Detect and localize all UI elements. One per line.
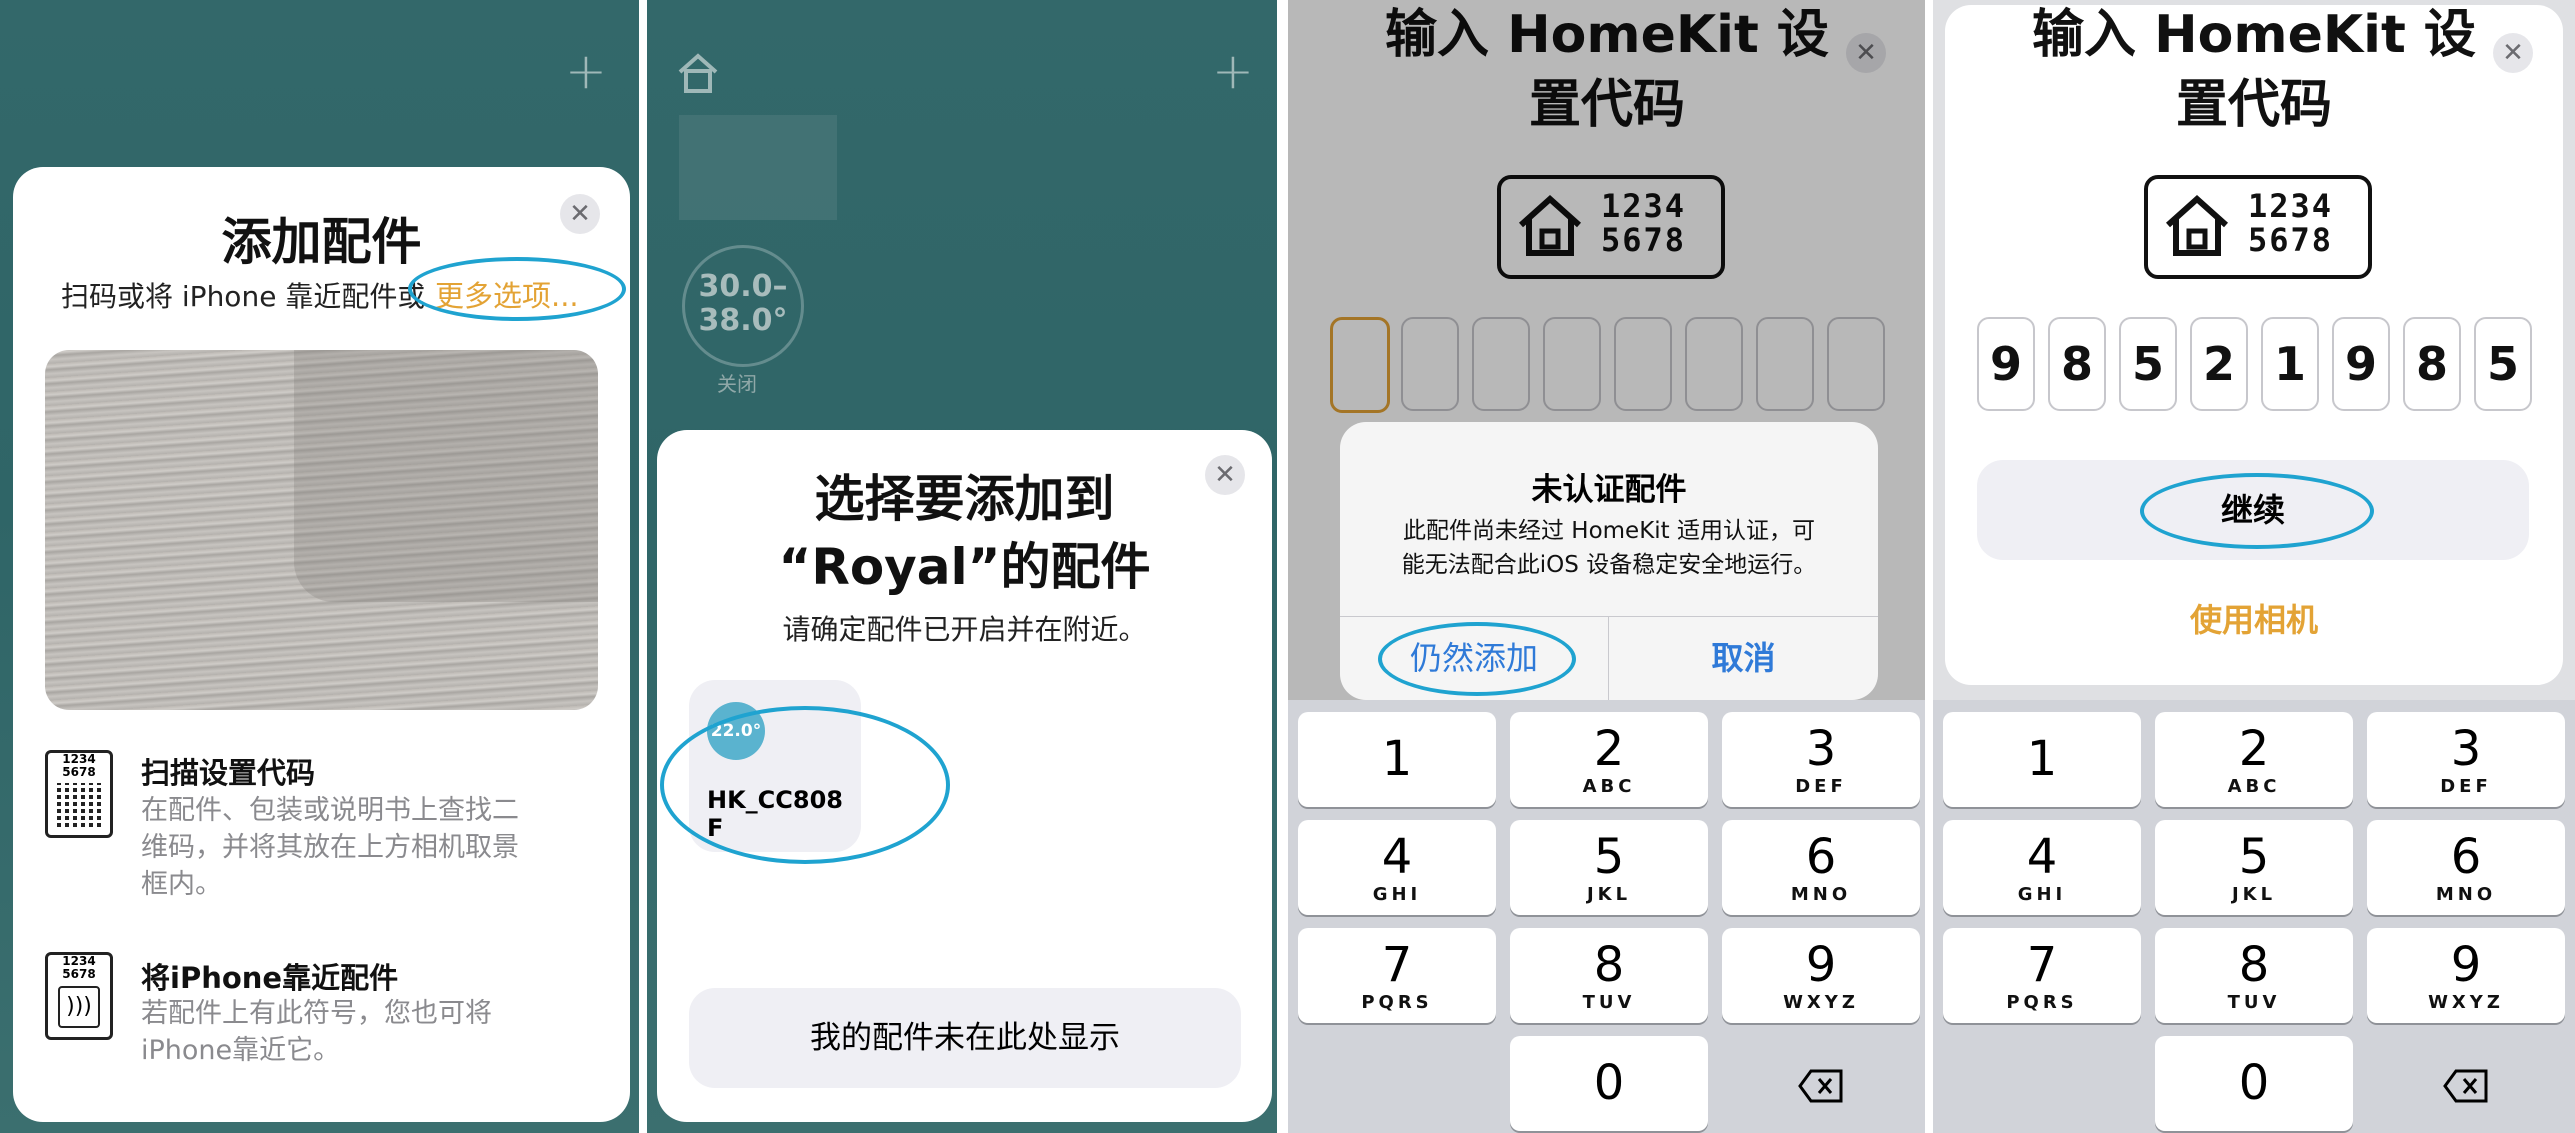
code-digit-box[interactable]: 9: [1977, 317, 2035, 411]
key-3[interactable]: 3 DEF: [1722, 712, 1920, 807]
code-digit-box[interactable]: 5: [2119, 317, 2177, 411]
add-plus-icon[interactable]: +: [565, 42, 607, 100]
code-digit-box[interactable]: 2: [2190, 317, 2248, 411]
homekit-house-icon: [2165, 194, 2229, 256]
accessory-not-shown-button[interactable]: 我的配件未在此处显示: [689, 988, 1241, 1088]
backspace-icon[interactable]: [1722, 1036, 1920, 1131]
scan-code-title: 扫描设置代码: [141, 756, 316, 790]
thermostat-tile[interactable]: 30.0– 38.0°: [682, 245, 804, 367]
camera-viewfinder: [45, 350, 598, 710]
key-4[interactable]: 4 GHI: [1298, 820, 1496, 915]
highlight-ring: [2140, 473, 2374, 549]
key-9[interactable]: 9 WXYZ: [1722, 928, 1920, 1023]
key-7[interactable]: 7 PQRS: [1298, 928, 1496, 1023]
keypad: 1 2 ABC 3 DEF 4 GHI 5 JKL 6 MNO 7 PQRS 8 TUV 9 WXYZ 0: [1288, 700, 1925, 1133]
add-accessory-sheet: ✕ 添加配件 扫码或将 iPhone 靠近配件或 更多选项... 1234 56…: [13, 167, 630, 1122]
panel-enter-code: ✕ 输入 HomeKit 设 置代码 1234 5678 98521985 继续 …: [1933, 0, 2575, 1133]
key-2[interactable]: 2 ABC: [1510, 712, 1708, 807]
key-9[interactable]: 9 WXYZ: [2367, 928, 2565, 1023]
nfc-title: 将iPhone靠近配件: [141, 961, 399, 995]
qr-digits-top: 1234: [62, 752, 96, 766]
highlight-ring: [1378, 622, 1576, 696]
key-6[interactable]: 6 MNO: [2367, 820, 2565, 915]
key-7[interactable]: 7 PQRS: [1943, 928, 2141, 1023]
use-camera-link[interactable]: 使用相机: [1945, 595, 2563, 641]
choose-accessory-sheet: ✕ 选择要添加到 “Royal”的配件 请确定配件已开启并在附近。 22.0° …: [657, 430, 1272, 1122]
add-plus-icon[interactable]: +: [1212, 42, 1254, 100]
unverified-alert: 未认证配件 此配件尚未经过 HomeKit 适用认证，可 能无法配合此iOS 设…: [1340, 422, 1878, 700]
key-2[interactable]: 2 ABC: [2155, 712, 2353, 807]
qr-code-icon: 1234 5678: [45, 750, 113, 838]
key-6[interactable]: 6 MNO: [1722, 820, 1920, 915]
highlight-ring: [408, 257, 626, 321]
key-8[interactable]: 8 TUV: [2155, 928, 2353, 1023]
backspace-icon[interactable]: [2367, 1036, 2565, 1131]
keypad: 1 2 ABC 3 DEF 4 GHI 5 JKL 6 MNO 7 PQRS 8 TUV 9 WXYZ 0: [1933, 700, 2575, 1133]
highlight-ring: [660, 706, 950, 864]
nfc-icon: 1234 5678 ))): [45, 952, 113, 1040]
home-icon[interactable]: [675, 50, 721, 96]
code-digit-box[interactable]: 8: [2048, 317, 2106, 411]
key-0[interactable]: 0: [1510, 1036, 1708, 1131]
sheet-title: 选择要添加到 “Royal”的配件: [778, 470, 1151, 596]
alert-title: 未认证配件: [1531, 472, 1687, 508]
code-digit-box[interactable]: 1: [2261, 317, 2319, 411]
tile-status: 关闭: [717, 372, 757, 396]
panel-enter-code-alert: ✕ 输入 HomeKit 设 置代码 1234 5678 1 2 ABC 3 DEF 4 GH…: [1288, 0, 1925, 1133]
code-sheet: ✕ 输入 HomeKit 设 置代码 1234 5678 98521985 继续 …: [1945, 5, 2563, 685]
key-5[interactable]: 5 JKL: [1510, 820, 1708, 915]
key-8[interactable]: 8 TUV: [1510, 928, 1708, 1023]
key-1[interactable]: 1: [1298, 712, 1496, 807]
key-4[interactable]: 4 GHI: [1943, 820, 2141, 915]
key-0[interactable]: 0: [2155, 1036, 2353, 1131]
sheet-title: 输入 HomeKit 设 置代码: [2032, 5, 2476, 135]
alert-message: 此配件尚未经过 HomeKit 适用认证，可 能无法配合此iOS 设备稳定安全地…: [1401, 518, 1817, 578]
qr-digits-bottom: 5678: [62, 765, 96, 779]
cancel-button[interactable]: 取消: [1609, 616, 1878, 700]
key-3[interactable]: 3 DEF: [2367, 712, 2565, 807]
panel-add-accessory: + ✕ 添加配件 扫码或将 iPhone 靠近配件或 更多选项... 1234 …: [0, 0, 639, 1133]
code-digit-box[interactable]: 5: [2474, 317, 2532, 411]
panel-choose-accessory: + 30.0– 38.0° 关闭 ✕ 选择要添加到 “Royal”的配件 请确定…: [647, 0, 1277, 1133]
key-5[interactable]: 5 JKL: [2155, 820, 2353, 915]
room-tile[interactable]: [679, 115, 837, 220]
sheet-subtitle: 扫码或将 iPhone 靠近配件或: [61, 280, 426, 313]
homekit-code-badge: 1234 5678: [2144, 175, 2372, 279]
code-digit-box[interactable]: 9: [2332, 317, 2390, 411]
sheet-subtitle: 请确定配件已开启并在附近。: [782, 613, 1147, 646]
scan-code-description: 在配件、包装或说明书上查找二 维码，并将其放在上方相机取景 框内。: [141, 795, 519, 900]
code-digit-box[interactable]: 8: [2403, 317, 2461, 411]
nfc-description: 若配件上有此符号，您也可将 iPhone靠近它。: [141, 998, 492, 1066]
key-1[interactable]: 1: [1943, 712, 2141, 807]
